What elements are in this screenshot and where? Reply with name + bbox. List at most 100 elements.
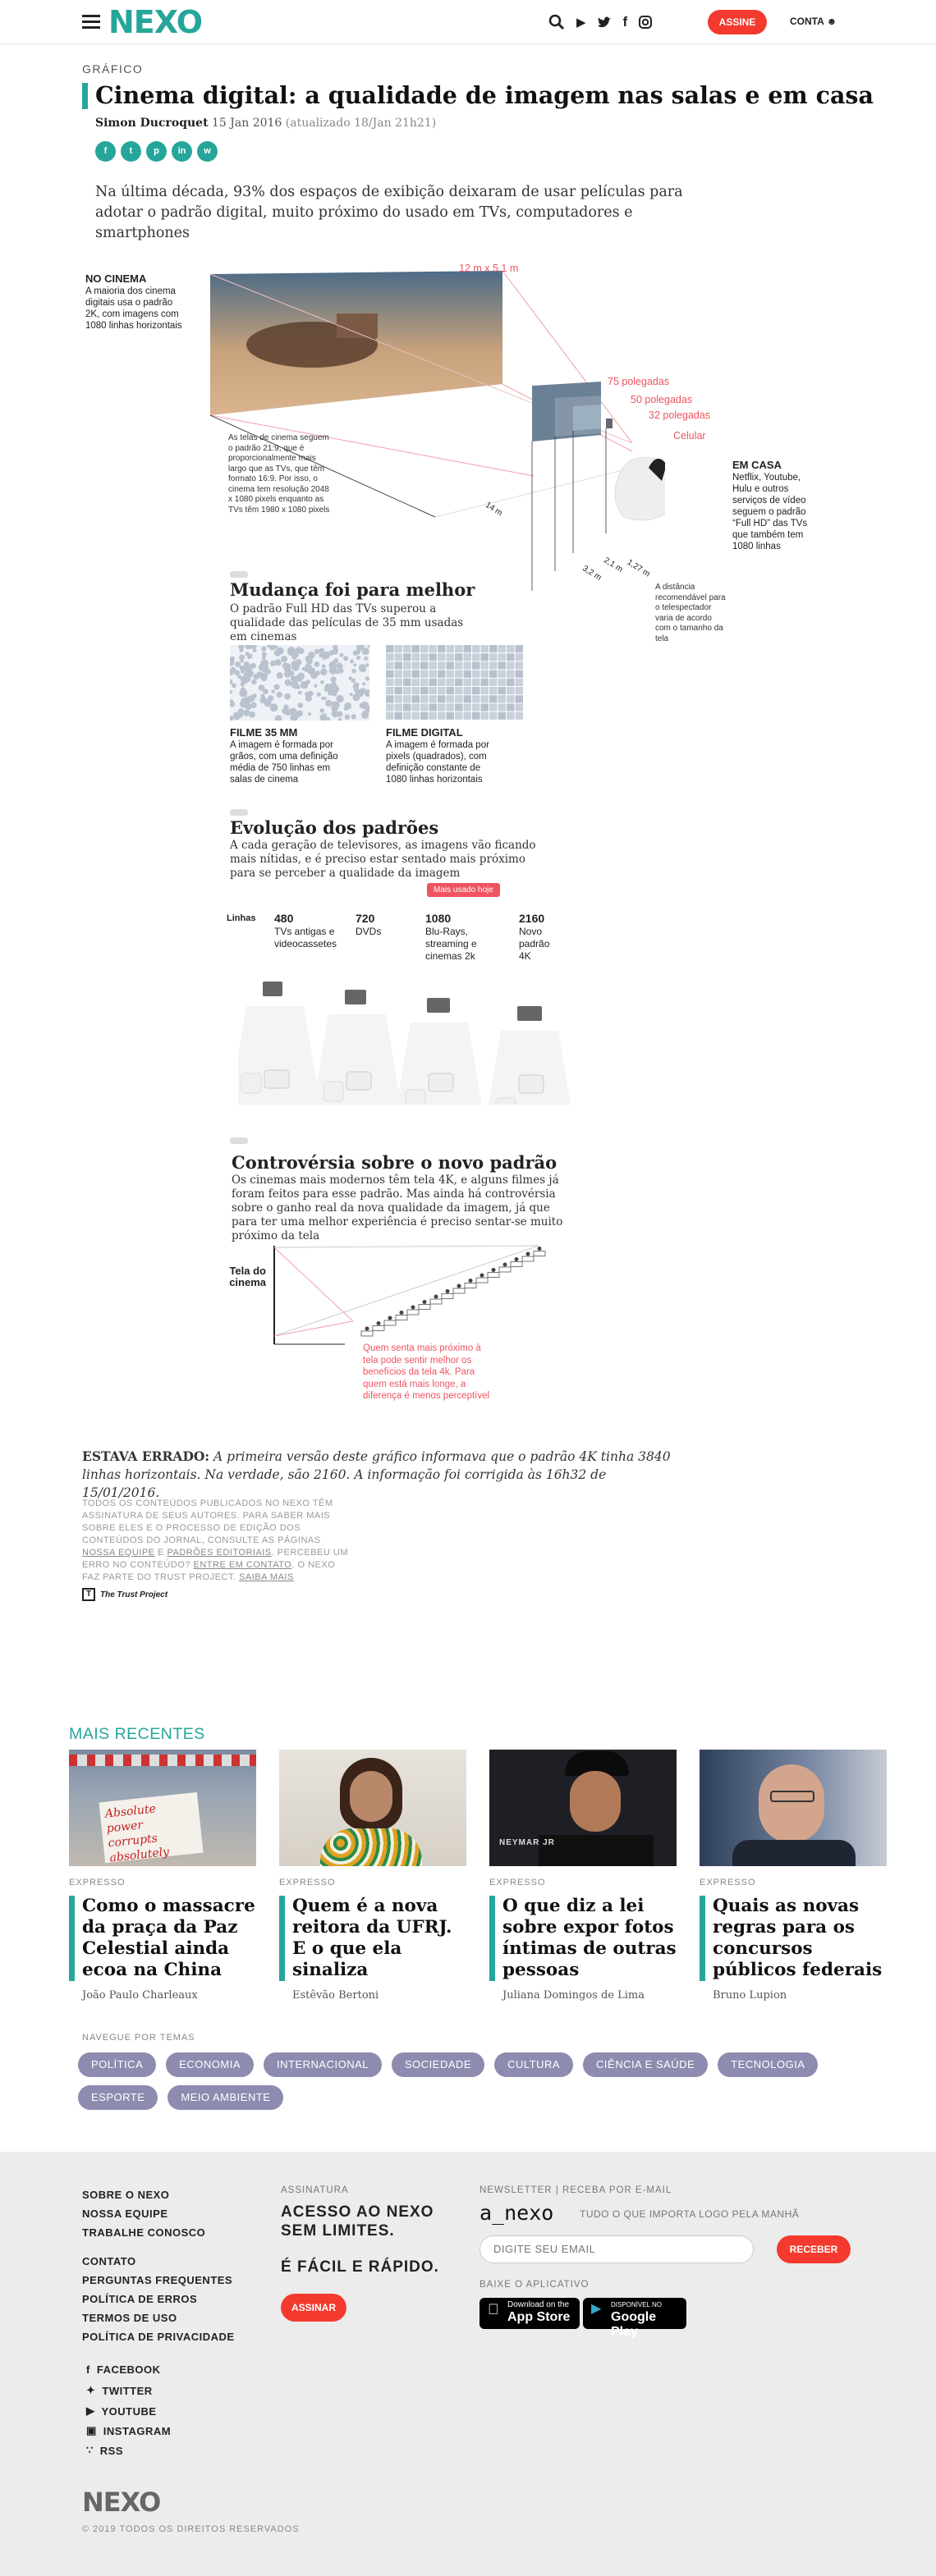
footer-link-contato[interactable]: CONTATO	[82, 2252, 235, 2271]
footer-link-privacidade[interactable]: POLÍTICA DE PRIVACIDADE	[82, 2327, 235, 2346]
cinema-note-2: o padrão 21:9, que é	[228, 443, 305, 453]
section2-title: Evolução dos padrões	[230, 817, 439, 838]
topic-tecnologia[interactable]: TECNOLOGIA	[718, 2052, 819, 2077]
google-play-badge[interactable]: ▶ DISPONÍVEL NO Google Play	[583, 2298, 686, 2339]
cinema-note-4: largo que as TVs, que têm	[228, 464, 325, 474]
step-480-n: 480	[274, 912, 294, 925]
share-linkedin-icon[interactable]: in	[172, 141, 192, 162]
jacket	[539, 1835, 654, 1866]
subscription-pitch: ACESSO AO NEXO SEM LIMITES. É FÁCIL E RÁ…	[281, 2203, 439, 2276]
team-link[interactable]: NOSSA EQUIPE	[82, 1548, 155, 1558]
newsletter-tagline: TUDO O QUE IMPORTA LOGO PELA MANHÃ	[580, 2208, 800, 2220]
facebook-icon: f	[86, 2363, 90, 2376]
recent-card-2[interactable]: EXPRESSO Quem é a nova reitora da UFRJ. …	[279, 1750, 466, 2002]
recent-author-1: João Paulo Charleaux	[82, 1989, 198, 2002]
recent-photo-2[interactable]	[279, 1750, 466, 1866]
twitter-icon[interactable]	[598, 16, 612, 29]
digital-text-1: A imagem é formada por	[386, 740, 489, 750]
home-block: EM CASA Netflix, Youtube, Hulu e outros …	[732, 460, 807, 552]
share-buttons: f t p in w	[95, 141, 218, 162]
share-facebook-icon[interactable]: f	[95, 141, 116, 162]
footer-link-faq[interactable]: PERGUNTAS FREQUENTES	[82, 2271, 235, 2290]
topic-sociedade[interactable]: SOCIEDADE	[392, 2052, 485, 2077]
topic-meio-ambiente[interactable]: MEIO AMBIENTE	[167, 2085, 284, 2110]
google-play-small: DISPONÍVEL NO	[611, 2301, 662, 2308]
recent-photo-4[interactable]	[700, 1750, 887, 1866]
digital-text-4: 1080 linhas horizontais	[386, 775, 483, 785]
section2-text: A cada geração de televisores, as imagen…	[230, 839, 536, 881]
size-phone: Celular	[673, 430, 706, 442]
editorial-standards-link[interactable]: PADRÕES EDITORIAIS	[167, 1548, 272, 1558]
site-logo[interactable]: NEXO	[108, 4, 203, 40]
instagram-icon[interactable]	[639, 16, 653, 29]
footer-instagram[interactable]: ▣ INSTAGRAM	[86, 2424, 171, 2437]
step-720: 720 DVDs	[356, 913, 381, 938]
footer-logo[interactable]: NEXO	[82, 2487, 161, 2518]
step-480: 480 TVs antigas e videocassetes	[274, 913, 337, 950]
step-720-d1: DVDs	[356, 926, 382, 937]
footer-youtube[interactable]: ▶ YOUTUBE	[86, 2404, 157, 2418]
topic-cultura[interactable]: CULTURA	[494, 2052, 574, 2077]
recent-headline-1[interactable]: Como o massacre da praça da Paz Celestia…	[69, 1896, 256, 1981]
cinema-note-8: TVs têm 1980 x 1080 pixels	[228, 505, 330, 515]
footer-rss[interactable]: ∵ RSS	[86, 2444, 123, 2457]
trust-project-logo[interactable]: T The Trust Project	[82, 1588, 167, 1601]
section3-title: Controvérsia sobre o novo padrão	[232, 1152, 557, 1173]
account-link[interactable]: CONTA ☻	[790, 16, 837, 27]
recent-headline-2[interactable]: Quem é a nova reitora da UFRJ. E o que e…	[279, 1896, 466, 1981]
suit	[732, 1840, 856, 1866]
recent-photo-1[interactable]: Absolute power corrupts absolutely	[69, 1750, 256, 1866]
share-twitter-icon[interactable]: t	[121, 141, 141, 162]
app-store-badge[interactable]:  Download on the App Store	[479, 2298, 580, 2329]
topic-esporte[interactable]: ESPORTE	[78, 2085, 158, 2110]
subscribe-button[interactable]: ASSINE	[708, 10, 767, 34]
step-1080-d1: Blu-Rays,	[425, 926, 469, 937]
size-50: 50 polegadas	[631, 394, 693, 405]
topics-title: NAVEGUE POR TEMAS	[82, 2033, 195, 2043]
recent-section-3: EXPRESSO	[489, 1878, 546, 1887]
topic-ciencia-saude[interactable]: CIÊNCIA E SAÚDE	[583, 2052, 709, 2077]
recent-headline-3[interactable]: O que diz a lei sobre expor fotos íntima…	[489, 1896, 677, 1981]
topic-economia[interactable]: ECONOMIA	[166, 2052, 255, 2077]
author-name[interactable]: Simon Ducroquet	[95, 117, 209, 130]
pixel-grid-sample	[386, 645, 523, 720]
search-icon[interactable]	[548, 14, 565, 30]
youtube-icon[interactable]: ▶	[576, 15, 586, 30]
contact-link[interactable]: ENTRE EM CONTATO	[194, 1560, 292, 1570]
step-1080: 1080 Blu-Rays, streaming e cinemas 2k	[425, 913, 477, 963]
share-pinterest-icon[interactable]: p	[146, 141, 167, 162]
recent-section-4: EXPRESSO	[700, 1878, 756, 1887]
facebook-icon[interactable]: f	[623, 14, 628, 30]
footer-link-sobre[interactable]: SOBRE O NEXO	[82, 2185, 205, 2204]
cinema-text-3: 2K, com imagens com	[85, 309, 179, 319]
share-whatsapp-icon[interactable]: w	[197, 141, 218, 162]
footer-links-group-2: CONTATO PERGUNTAS FREQUENTES POLÍTICA DE…	[82, 2252, 235, 2346]
recent-headline-4[interactable]: Quais as novas regras para os concursos …	[700, 1896, 887, 1981]
section-marker	[230, 571, 248, 578]
footer-twitter[interactable]: ✦ TWITTER	[86, 2384, 153, 2397]
topic-politica[interactable]: POLÍTICA	[78, 2052, 157, 2077]
recent-photo-3[interactable]: NEYMAR JR	[489, 1750, 677, 1866]
footer-link-equipe[interactable]: NOSSA EQUIPE	[82, 2204, 205, 2223]
subscribe-footer-button[interactable]: ASSINAR	[281, 2294, 346, 2322]
instagram-icon: ▣	[86, 2424, 97, 2436]
face	[570, 1771, 621, 1832]
learn-more-link[interactable]: SAIBA MAIS	[239, 1572, 294, 1582]
menu-icon[interactable]	[82, 15, 100, 29]
user-icon: ☻	[826, 16, 837, 27]
footer-link-termos[interactable]: TERMOS DE USO	[82, 2308, 235, 2327]
sign-line-1: Absolute power	[104, 1802, 157, 1836]
footer-facebook[interactable]: f FACEBOOK	[86, 2363, 161, 2376]
section3-text-2: foram feitos para esse padrão. Mas ainda…	[232, 1187, 556, 1201]
newsletter-submit-button[interactable]: RECEBER	[777, 2235, 851, 2263]
email-input[interactable]: DIGITE SEU EMAIL	[479, 2235, 754, 2263]
distance-note-6: tela	[655, 634, 669, 643]
topic-internacional[interactable]: INTERNACIONAL	[264, 2052, 383, 2077]
recent-title: MAIS RECENTES	[69, 1725, 205, 1743]
footer-link-erros[interactable]: POLÍTICA DE ERROS	[82, 2290, 235, 2308]
recent-card-4[interactable]: EXPRESSO Quais as novas regras para os c…	[700, 1750, 887, 2002]
recent-card-3[interactable]: NEYMAR JR EXPRESSO O que diz a lei sobre…	[489, 1750, 677, 2002]
recent-card-1[interactable]: Absolute power corrupts absolutely EXPRE…	[69, 1750, 256, 2002]
footer-link-trabalhe[interactable]: TRABALHE CONOSCO	[82, 2223, 205, 2242]
step-2160-d1: Novo	[519, 926, 543, 937]
